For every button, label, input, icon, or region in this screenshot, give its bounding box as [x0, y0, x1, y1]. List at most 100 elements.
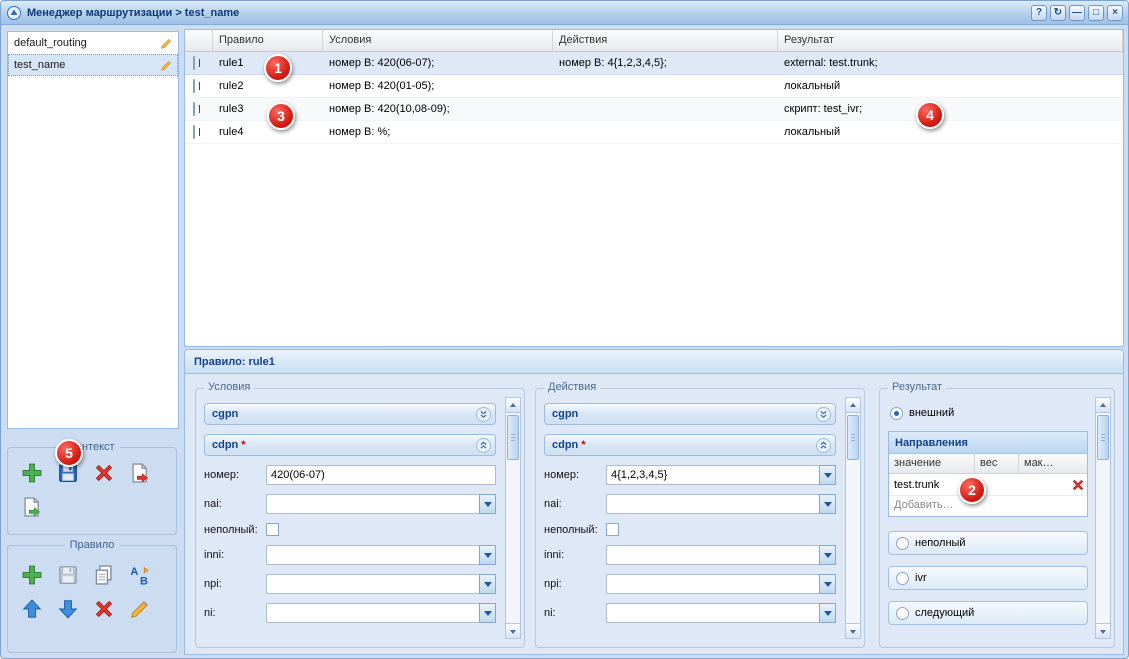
- cdpn-section-header[interactable]: cdpn *: [204, 434, 496, 456]
- export-context-button[interactable]: [127, 460, 153, 486]
- inni-input[interactable]: [266, 545, 496, 565]
- scrollbar-thumb[interactable]: [507, 415, 519, 460]
- conditions-nai-combobox[interactable]: [266, 494, 496, 514]
- column-header-rule[interactable]: Правило: [213, 30, 323, 51]
- inni-input[interactable]: [606, 545, 836, 565]
- add-direction-row[interactable]: Добавить…: [889, 496, 1087, 516]
- column-header-weight[interactable]: вес: [975, 454, 1019, 473]
- edit-pencil-icon[interactable]: [160, 59, 173, 72]
- result-option-external[interactable]: внешний: [888, 401, 1088, 425]
- number-input[interactable]: [606, 465, 836, 485]
- chevron-down-icon[interactable]: [479, 603, 496, 623]
- actions-nai-combobox[interactable]: [606, 494, 836, 514]
- incomplete-radio[interactable]: [896, 537, 909, 550]
- grid-row-rule3[interactable]: rule3 номер B: 420(10,08-09); скрипт: te…: [185, 98, 1123, 121]
- conditions-number-input[interactable]: [266, 465, 496, 485]
- grid-row-rule1[interactable]: rule1 номер B: 420(06-07); номер B: 4{1,…: [185, 52, 1123, 75]
- result-option-incomplete[interactable]: неполный: [888, 531, 1088, 555]
- column-header-conditions[interactable]: Условия: [323, 30, 553, 51]
- list-item-default-routing[interactable]: default_routing: [8, 32, 178, 54]
- scroll-up-icon[interactable]: [506, 398, 520, 413]
- chevron-down-icon[interactable]: [819, 603, 836, 623]
- column-header-max[interactable]: мак…: [1019, 454, 1087, 473]
- expand-row-icon[interactable]: [193, 102, 195, 116]
- save-rule-button[interactable]: [55, 562, 81, 588]
- ni-input[interactable]: [266, 603, 496, 623]
- collapse-section-icon[interactable]: [816, 438, 831, 453]
- add-context-button[interactable]: [19, 460, 45, 486]
- conditions-legend: Условия: [204, 381, 254, 393]
- scroll-down-icon[interactable]: [506, 623, 520, 638]
- delete-rule-button[interactable]: [91, 596, 117, 622]
- scroll-down-icon[interactable]: [1096, 623, 1110, 638]
- conditions-scrollbar[interactable]: [505, 397, 521, 639]
- delete-direction-icon[interactable]: [1071, 478, 1085, 492]
- nai-input[interactable]: [266, 494, 496, 514]
- npi-input[interactable]: [606, 574, 836, 594]
- external-radio[interactable]: [890, 407, 903, 420]
- chevron-down-icon[interactable]: [479, 574, 496, 594]
- add-rule-button[interactable]: [19, 562, 45, 588]
- chevron-down-icon[interactable]: [819, 545, 836, 565]
- conditions-ni-combobox[interactable]: [266, 603, 496, 623]
- actions-scrollbar[interactable]: [845, 397, 861, 639]
- conditions-inni-combobox[interactable]: [266, 545, 496, 565]
- scroll-up-icon[interactable]: [1096, 398, 1110, 413]
- actions-number-combobox[interactable]: [606, 465, 836, 485]
- move-down-button[interactable]: [55, 596, 81, 622]
- result-scrollbar[interactable]: [1095, 397, 1111, 639]
- ni-input[interactable]: [606, 603, 836, 623]
- scrollbar-thumb[interactable]: [847, 415, 859, 460]
- close-button[interactable]: ×: [1107, 5, 1123, 21]
- scroll-up-icon[interactable]: [846, 398, 860, 413]
- copy-rule-button[interactable]: [91, 562, 117, 588]
- expand-row-icon[interactable]: [193, 79, 195, 93]
- cdpn-section-header[interactable]: cdpn *: [544, 434, 836, 456]
- window-titlebar: Менеджер маршрутизации > test_name ? ↻ —…: [1, 1, 1128, 25]
- expand-section-icon[interactable]: [816, 407, 831, 422]
- actions-npi-combobox[interactable]: [606, 574, 836, 594]
- refresh-button[interactable]: ↻: [1050, 5, 1066, 21]
- chevron-down-icon[interactable]: [479, 545, 496, 565]
- actions-ni-combobox[interactable]: [606, 603, 836, 623]
- expand-section-icon[interactable]: [476, 407, 491, 422]
- cell-conditions: номер B: 420(10,08-09);: [323, 103, 553, 115]
- expand-row-icon[interactable]: [193, 56, 195, 70]
- npi-input[interactable]: [266, 574, 496, 594]
- column-header-actions[interactable]: Действия: [553, 30, 778, 51]
- chevron-down-icon[interactable]: [479, 494, 496, 514]
- scroll-down-icon[interactable]: [846, 623, 860, 638]
- chevron-down-icon[interactable]: [819, 494, 836, 514]
- chevron-down-icon[interactable]: [819, 574, 836, 594]
- scrollbar-thumb[interactable]: [1097, 415, 1109, 460]
- next-radio[interactable]: [896, 607, 909, 620]
- actions-incomplete-checkbox[interactable]: [606, 523, 619, 536]
- direction-row[interactable]: test.trunk: [889, 474, 1087, 496]
- result-option-ivr[interactable]: ivr: [888, 566, 1088, 590]
- list-item-test-name[interactable]: test_name: [8, 54, 178, 76]
- grid-row-rule4[interactable]: rule4 номер B: %; локальный: [185, 121, 1123, 144]
- nai-input[interactable]: [606, 494, 836, 514]
- chevron-down-icon[interactable]: [819, 465, 836, 485]
- actions-inni-combobox[interactable]: [606, 545, 836, 565]
- edit-pencil-icon[interactable]: [160, 37, 173, 50]
- expand-row-icon[interactable]: [193, 125, 195, 139]
- rename-rule-button[interactable]: AB: [127, 562, 153, 588]
- conditions-incomplete-checkbox[interactable]: [266, 523, 279, 536]
- edit-rule-button[interactable]: [127, 596, 153, 622]
- cgpn-section-header[interactable]: cgpn: [544, 403, 836, 425]
- column-header-result[interactable]: Результат: [778, 30, 1123, 51]
- ivr-radio[interactable]: [896, 572, 909, 585]
- collapse-section-icon[interactable]: [476, 438, 491, 453]
- move-up-button[interactable]: [19, 596, 45, 622]
- help-button[interactable]: ?: [1031, 5, 1047, 21]
- conditions-npi-combobox[interactable]: [266, 574, 496, 594]
- result-option-next[interactable]: следующий: [888, 601, 1088, 625]
- minimize-button[interactable]: —: [1069, 5, 1085, 21]
- delete-context-button[interactable]: [91, 460, 117, 486]
- maximize-button[interactable]: □: [1088, 5, 1104, 21]
- cgpn-section-header[interactable]: cgpn: [204, 403, 496, 425]
- import-context-button[interactable]: [19, 494, 45, 520]
- column-header-value[interactable]: значение: [889, 454, 975, 473]
- grid-row-rule2[interactable]: rule2 номер B: 420(01-05); локальный: [185, 75, 1123, 98]
